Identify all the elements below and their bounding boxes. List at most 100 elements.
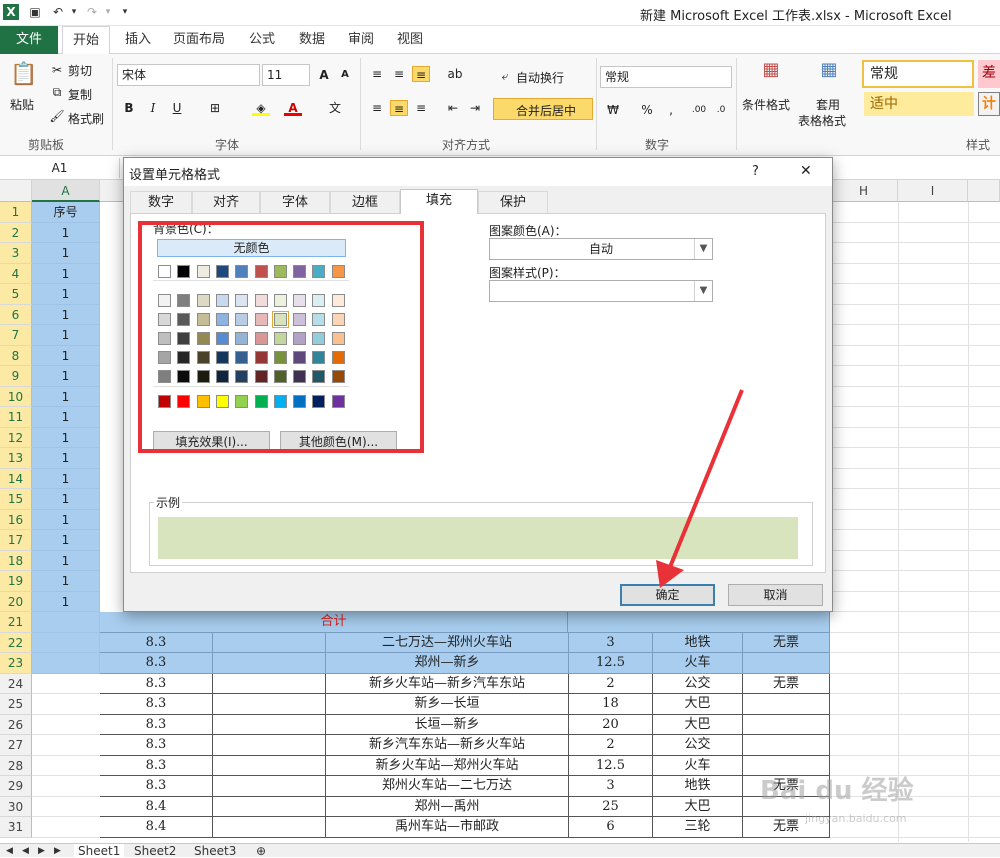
style-calculation[interactable]: 计	[978, 92, 1000, 116]
sheet-tab-1[interactable]: Sheet1	[74, 844, 125, 858]
column-header-i[interactable]: I	[898, 180, 968, 202]
format-as-table-label-1[interactable]: 套用	[816, 96, 840, 113]
underline-icon[interactable]: U	[168, 100, 186, 116]
ok-button[interactable]: 确定	[620, 584, 715, 606]
insert-sheet-icon[interactable]: ⊕	[256, 844, 266, 858]
scissors-icon[interactable]: ✂	[48, 62, 66, 78]
conditional-format-icon[interactable]: ▦	[758, 61, 784, 86]
cell-a[interactable]	[32, 612, 100, 633]
cell-a[interactable]: 1	[32, 304, 100, 325]
row-header[interactable]: 13	[0, 448, 32, 469]
row-header[interactable]: 12	[0, 427, 32, 448]
cell-a[interactable]: 1	[32, 509, 100, 530]
percent-icon[interactable]: %	[638, 102, 656, 118]
cell-a[interactable]: 1	[32, 550, 100, 571]
tab-page-layout[interactable]: 页面布局	[166, 26, 232, 54]
table-row[interactable]: 8.4 禹州车站—市邮政 6 三轮 无票	[100, 817, 830, 838]
fill-color-icon[interactable]: ◈	[252, 100, 270, 116]
column-header-j[interactable]	[968, 180, 1000, 202]
column-header-a[interactable]: A	[32, 180, 100, 202]
table-row[interactable]: 8.3 二七万达—郑州火车站 3 地铁 无票	[100, 632, 830, 653]
decrease-decimal-icon[interactable]: .0	[712, 102, 730, 118]
font-color-icon[interactable]: A	[284, 100, 302, 116]
border-icon[interactable]: ⊞	[206, 100, 224, 116]
align-top-icon[interactable]: ≡	[368, 66, 386, 82]
align-left-icon[interactable]: ≡	[368, 100, 386, 116]
tab-review[interactable]: 审阅	[339, 26, 383, 54]
decrease-indent-icon[interactable]: ⇤	[444, 100, 462, 116]
orientation-icon[interactable]: ab	[446, 66, 464, 82]
sheet-tab-2[interactable]: Sheet2	[134, 844, 176, 858]
tab-data[interactable]: 数据	[290, 26, 334, 54]
tab-alignment[interactable]: 对齐	[192, 191, 260, 213]
row-header[interactable]: 31	[0, 817, 32, 838]
cell-a[interactable]	[32, 653, 100, 674]
cell-a[interactable]: 1	[32, 243, 100, 264]
conditional-format-button[interactable]: 条件格式	[742, 96, 790, 113]
cell-a[interactable]	[32, 632, 100, 653]
save-icon[interactable]: ▣	[27, 4, 43, 20]
merge-center-button[interactable]: 合并后居中	[493, 98, 593, 120]
row-header[interactable]: 9	[0, 366, 32, 387]
format-painter-button[interactable]: 格式刷	[68, 110, 104, 127]
table-row[interactable]: 8.3 新乡—长垣 18 大巴	[100, 694, 830, 715]
table-row[interactable]: 8.3 郑州—新乡 12.5 火车	[100, 653, 830, 674]
undo-dropdown-icon[interactable]: ▾	[66, 4, 82, 20]
customize-toolbar-icon[interactable]: ▾	[117, 4, 133, 20]
copy-button[interactable]: 复制	[68, 86, 92, 103]
decrease-font-icon[interactable]: A	[336, 67, 354, 83]
row-header[interactable]: 21	[0, 612, 32, 633]
help-button[interactable]: ?	[752, 164, 759, 179]
cell-a[interactable]: 1	[32, 263, 100, 284]
wrap-text-icon[interactable]: ⤶	[496, 68, 514, 84]
cell-a[interactable]: 1	[32, 427, 100, 448]
sheet-nav-next-icon[interactable]: ▶	[38, 844, 45, 858]
tab-protection[interactable]: 保护	[478, 191, 548, 213]
tab-formulas[interactable]: 公式	[240, 26, 284, 54]
tab-insert[interactable]: 插入	[116, 26, 160, 54]
tab-font[interactable]: 字体	[260, 191, 330, 213]
row-header[interactable]: 10	[0, 386, 32, 407]
redo-dropdown-icon[interactable]: ▾	[100, 4, 116, 20]
increase-decimal-icon[interactable]: .00	[690, 102, 708, 118]
table-row[interactable]: 8.4 郑州—禹州 25 大巴	[100, 796, 830, 817]
close-button[interactable]: ✕	[800, 163, 812, 179]
increase-indent-icon[interactable]: ⇥	[466, 100, 484, 116]
font-name-select[interactable]: 宋体	[117, 64, 260, 86]
table-row[interactable]: 8.3 郑州火车站—二七万达 3 地铁 无票	[100, 776, 830, 797]
cell-a[interactable]: 1	[32, 571, 100, 592]
format-as-table-label-2[interactable]: 表格格式	[798, 112, 846, 129]
row-header[interactable]: 8	[0, 345, 32, 366]
sheet-nav-first-icon[interactable]: ◀	[6, 844, 13, 858]
row-header[interactable]: 26	[0, 714, 32, 735]
row-header[interactable]: 28	[0, 755, 32, 776]
format-as-table-icon[interactable]: ▦	[816, 61, 842, 86]
table-row[interactable]: 8.3 长垣—新乡 20 大巴	[100, 714, 830, 735]
paste-icon[interactable]: 📋	[10, 60, 38, 90]
comma-style-icon[interactable]: ,	[662, 102, 680, 118]
paste-button[interactable]: 粘贴	[10, 96, 34, 113]
table-row[interactable]: 8.3 新乡汽车东站—新乡火车站 2 公交	[100, 735, 830, 756]
cell-a[interactable]: 1	[32, 530, 100, 551]
row-header[interactable]: 15	[0, 489, 32, 510]
row-header[interactable]: 17	[0, 530, 32, 551]
cell-a[interactable]: 1	[32, 468, 100, 489]
tab-fill[interactable]: 填充	[400, 189, 478, 214]
tab-home[interactable]: 开始	[62, 26, 110, 55]
sheet-nav-prev-icon[interactable]: ◀	[22, 844, 29, 858]
wrap-text-button[interactable]: 自动换行	[516, 69, 564, 86]
number-format-select[interactable]: 常规	[600, 66, 732, 88]
row-header[interactable]: 19	[0, 571, 32, 592]
name-box[interactable]: A1	[0, 158, 120, 178]
redo-icon[interactable]: ↷	[84, 4, 100, 20]
pattern-style-select[interactable]: ▼	[489, 280, 713, 302]
phonetic-icon[interactable]: 文	[326, 100, 344, 116]
align-bottom-icon[interactable]: ≡	[412, 66, 430, 82]
row-header[interactable]: 20	[0, 591, 32, 612]
increase-font-icon[interactable]: A	[315, 67, 333, 83]
align-center-icon[interactable]: ≡	[390, 100, 408, 116]
cell-a[interactable]: 1	[32, 407, 100, 428]
cell-a[interactable]: 1	[32, 489, 100, 510]
row-header[interactable]: 11	[0, 407, 32, 428]
row-header[interactable]: 16	[0, 509, 32, 530]
